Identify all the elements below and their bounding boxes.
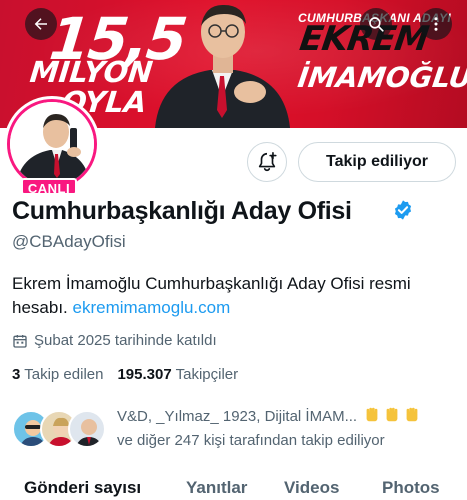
mutual-followers-avatars[interactable] [12,410,112,448]
avatar-photo [10,102,94,186]
search-button[interactable] [360,8,392,40]
avatar [68,410,106,448]
profile-tabs: Gönderi sayısı Yanıtlar Videos Photos [0,476,467,500]
followers-count: 195.307 [117,366,172,383]
arrow-left-icon [34,18,47,30]
raised-fist-icon [366,407,378,422]
more-options-button[interactable] [420,8,452,40]
verified-badge-icon[interactable] [392,199,414,221]
banner-name-last: İMAMOĞLU [295,61,467,94]
following-link[interactable]: 3 Takip edilen [12,366,103,383]
join-date-text: Şubat 2025 tarihinde katıldı [34,332,217,349]
avatar-live-ring [7,99,97,189]
bell-plus-icon [258,152,277,172]
join-date: Şubat 2025 tarihinde katıldı [12,332,217,349]
tab-videos[interactable]: Videos [284,478,339,498]
followed-by-text[interactable]: V&D, _Yılmaz_ 1923, Dijital İMAM... ve d… [117,405,462,453]
search-icon [369,17,384,32]
user-handle: @CBAdayOfisi [12,232,126,251]
following-count: 3 [12,366,21,383]
display-name: Cumhurbaşkanlığı Aday Ofisi [12,197,352,225]
tab-replies[interactable]: Yanıtlar [186,478,247,498]
live-badge[interactable]: CANLI [21,178,77,196]
following-button[interactable]: Takip ediliyor [298,142,456,182]
followers-link[interactable]: 195.307 Takipçiler [117,366,238,383]
tab-posts[interactable]: Gönderi sayısı [24,478,141,498]
banner-milyon: MİLYON [28,55,155,89]
tab-photos[interactable]: Photos [382,478,440,498]
following-label: Takip edilen [24,366,104,383]
calendar-icon [13,334,27,348]
notification-toggle-button[interactable] [247,142,287,182]
profile-bio: Ekrem İmamoğlu Cumhurbaşkanlığı Aday Ofi… [12,272,462,320]
back-button[interactable] [25,8,57,40]
followed-by-summary: ve diğer 247 kişi tarafından takip edili… [117,432,385,449]
followed-by-names: V&D, _Yılmaz_ 1923, Dijital İMAM... [117,408,358,425]
candidate-photo [155,4,290,128]
raised-fist-icon [406,407,418,422]
bio-website-link[interactable]: ekremimamoglu.com [73,298,231,317]
more-vertical-icon [434,17,438,31]
raised-fist-icon [386,407,398,422]
followers-label: Takipçiler [175,366,239,383]
follow-stats: 3 Takip edilen 195.307 Takipçiler [12,366,238,383]
